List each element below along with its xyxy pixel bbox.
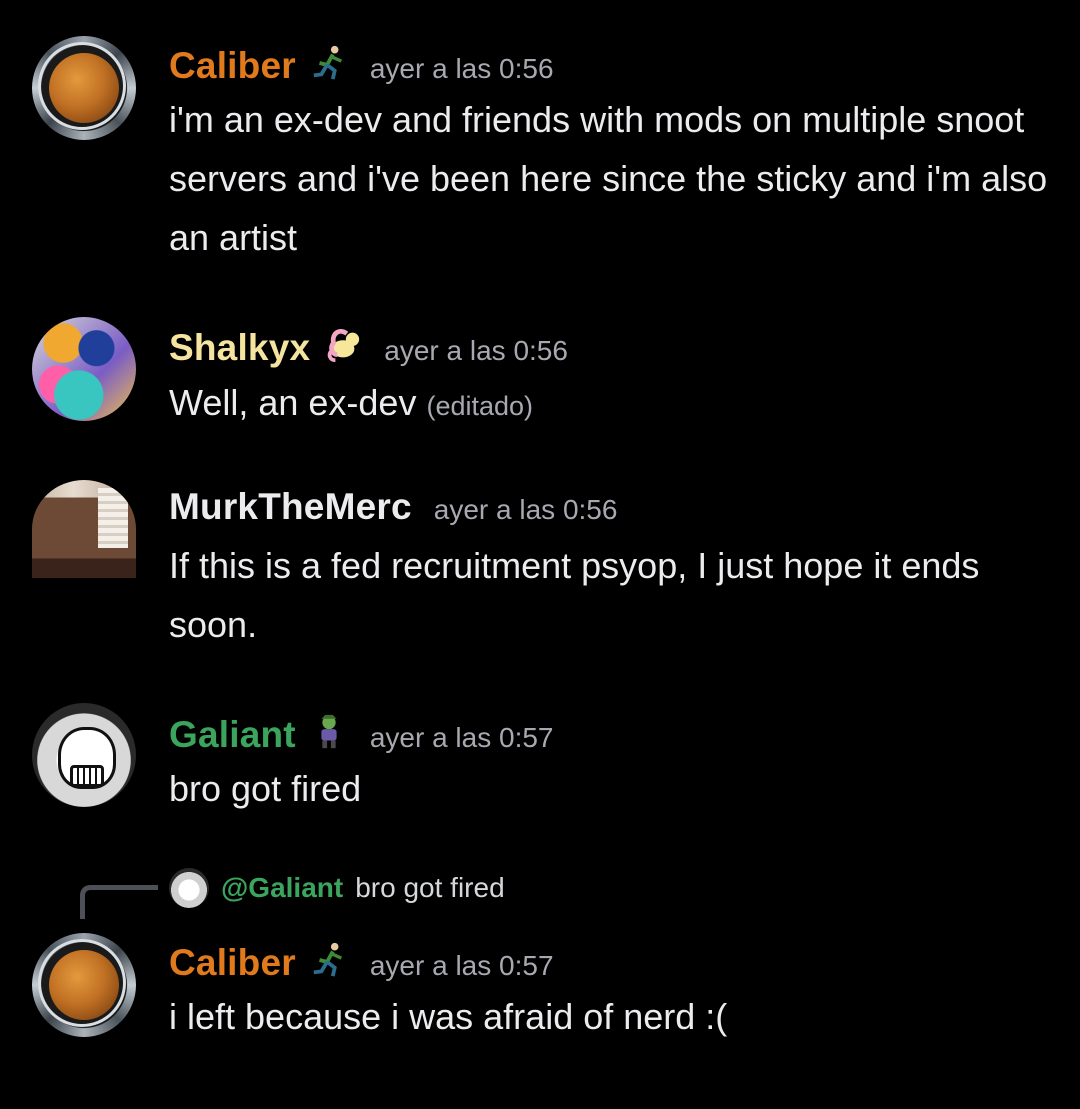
- timestamp: ayer a las 0:57: [369, 722, 554, 753]
- edited-label: (editado): [426, 391, 534, 421]
- avatar[interactable]: [32, 317, 136, 421]
- reply-preview[interactable]: @Galiant bro got fired: [169, 868, 505, 908]
- message-text: If this is a fed recruitment psyop, I ju…: [169, 545, 980, 645]
- message-text: i left because i was afraid of nerd :(: [169, 996, 728, 1037]
- reply-mention[interactable]: @Galiant: [221, 872, 343, 904]
- running-person-icon: [313, 45, 342, 80]
- avatar-ring: [38, 939, 126, 1027]
- avatar[interactable]: [32, 36, 136, 140]
- author-name[interactable]: Shalkyx: [169, 327, 310, 369]
- message-header: Caliber ayer a las 0:56: [169, 40, 554, 87]
- author-name[interactable]: Caliber: [169, 45, 296, 87]
- message-header: MurkTheMerc ayer a las 0:56: [169, 486, 617, 528]
- message-text-row: Well, an ex-dev (editado): [169, 373, 1049, 436]
- author-name[interactable]: Caliber: [169, 942, 296, 984]
- message-header: Galiant ayer a las 0:57: [169, 709, 554, 756]
- message-text: Well, an ex-dev: [169, 382, 417, 423]
- timestamp: ayer a las 0:56: [433, 494, 618, 525]
- timestamp: ayer a las 0:57: [369, 950, 554, 981]
- avatar-blinds: [98, 488, 128, 548]
- avatar[interactable]: [32, 703, 136, 807]
- avatar[interactable]: [32, 480, 136, 578]
- author-name[interactable]: MurkTheMerc: [169, 486, 412, 528]
- reply-connector: [80, 885, 158, 919]
- reply-text: bro got fired: [355, 872, 505, 903]
- author-name[interactable]: Galiant: [169, 714, 296, 756]
- reply-avatar: [169, 868, 209, 908]
- pony-icon: [328, 328, 360, 363]
- running-person-icon: [313, 942, 342, 977]
- avatar[interactable]: [32, 933, 136, 1037]
- message-header: Caliber ayer a las 0:57: [169, 937, 554, 984]
- goblin-icon: [321, 714, 337, 749]
- timestamp: ayer a las 0:56: [369, 53, 554, 84]
- avatar-ring: [38, 42, 126, 130]
- timestamp: ayer a las 0:56: [384, 335, 568, 366]
- message-text: i'm an ex-dev and friends with mods on m…: [169, 99, 1048, 258]
- message-header: Shalkyx ayer a las 0:56: [169, 322, 568, 369]
- avatar-mouth: [70, 765, 104, 787]
- message-text: bro got fired: [169, 768, 362, 809]
